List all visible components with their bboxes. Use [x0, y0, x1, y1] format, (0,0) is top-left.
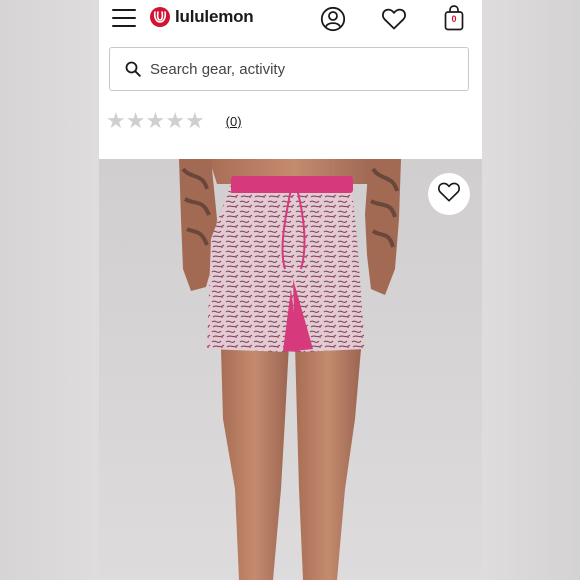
star-icon: ★ — [106, 108, 126, 133]
star-icon: ★ — [125, 108, 146, 133]
search-input[interactable] — [150, 48, 450, 90]
product-rating: ★ ★ ★ ★ ★ (0) — [106, 110, 242, 132]
account-icon[interactable] — [320, 6, 346, 37]
shopping-bag-icon[interactable]: 0 — [444, 5, 464, 36]
heart-icon[interactable] — [381, 7, 407, 36]
product-image — [99, 159, 482, 580]
star-icon: ★ — [184, 108, 205, 133]
brand-name: lululemon — [175, 7, 254, 26]
backdrop-right — [482, 0, 580, 580]
star-icon: ★ — [165, 108, 185, 133]
product-photo — [99, 159, 482, 580]
bag-count-badge: 0 — [451, 14, 457, 24]
favorite-heart-icon — [437, 181, 461, 208]
mobile-page: lululemon 0 Search gear, activity ★ ★ ★ … — [99, 0, 482, 580]
site-header: lululemon 0 — [99, 0, 482, 40]
search-bar[interactable] — [109, 47, 469, 91]
review-count-link[interactable]: (0) — [226, 114, 242, 129]
backdrop-left — [0, 0, 99, 580]
brand-link[interactable]: lululemon — [150, 7, 254, 27]
lululemon-logo — [150, 7, 170, 27]
search-icon — [125, 61, 141, 82]
star-icon: ★ — [145, 108, 166, 133]
menu-icon[interactable] — [112, 8, 136, 28]
favorite-button[interactable] — [428, 173, 470, 215]
